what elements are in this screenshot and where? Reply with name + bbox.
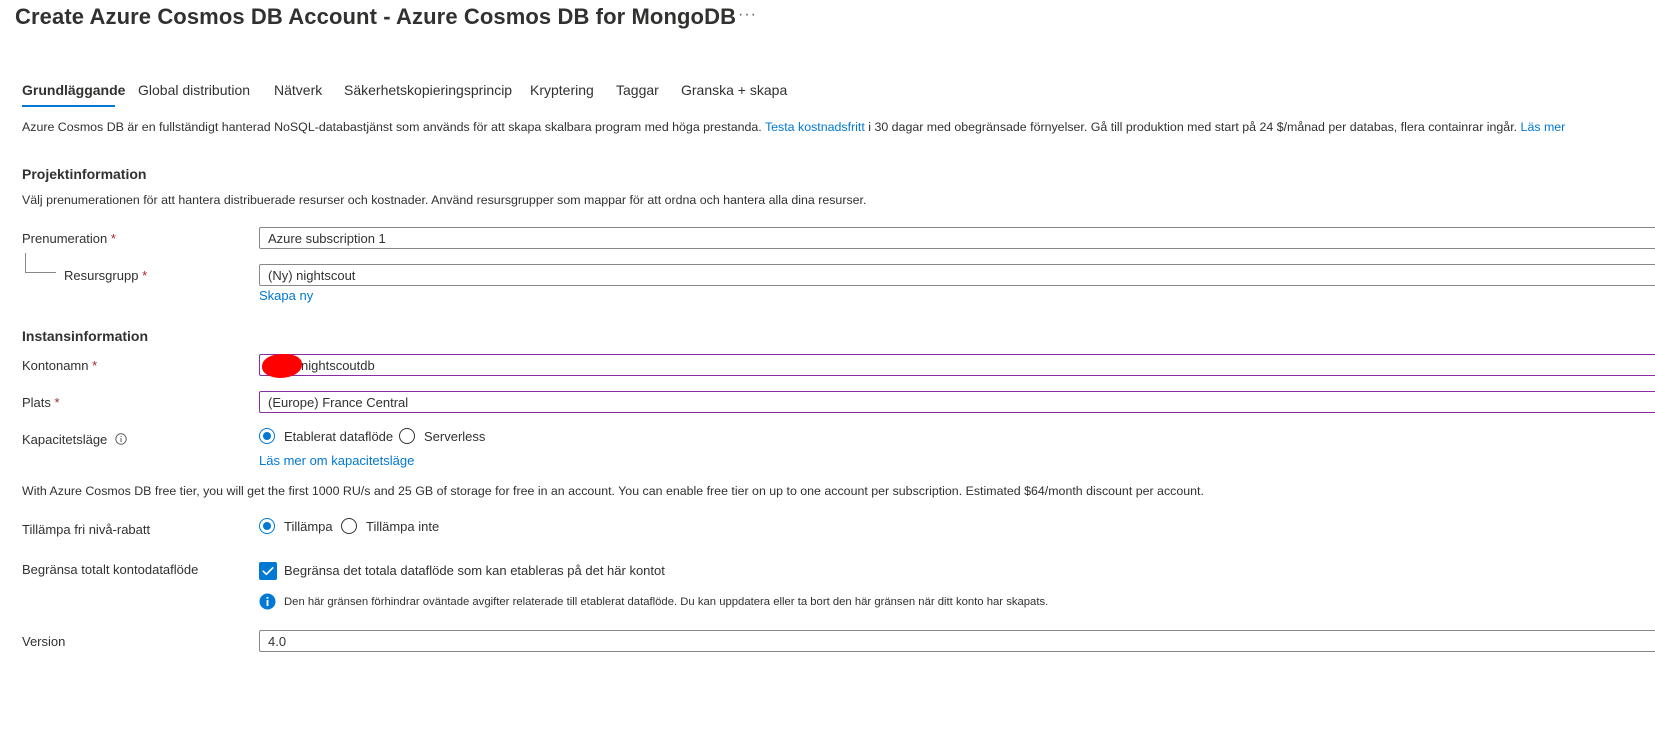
try-free-link[interactable]: Testa kostnadsfritt bbox=[765, 120, 865, 134]
intro-description: Azure Cosmos DB är en fullständigt hante… bbox=[22, 120, 762, 134]
tab-review-create[interactable]: Granska + skapa bbox=[681, 82, 787, 108]
capacity-mode-label: Kapacitetsläge bbox=[22, 432, 127, 447]
free-tier-label: Tillämpa fri nivå-rabatt bbox=[22, 522, 151, 537]
more-options-button[interactable]: ··· bbox=[738, 6, 757, 24]
required-marker: * bbox=[110, 231, 116, 246]
project-details-heading: Projektinformation bbox=[22, 166, 147, 182]
location-label-text: Plats bbox=[22, 395, 51, 410]
capacity-provisioned-radio[interactable] bbox=[259, 428, 275, 444]
account-name-input[interactable]: nightscoutdb bbox=[259, 354, 1655, 376]
tab-backup-policy[interactable]: Säkerhetskopieringsprincip bbox=[344, 82, 512, 108]
intro-text: Azure Cosmos DB är en fullständigt hante… bbox=[22, 120, 1565, 134]
required-marker: * bbox=[92, 358, 98, 373]
account-name-label: Kontonamn * bbox=[22, 358, 97, 373]
capacity-mode-learn-more-link[interactable]: Läs mer om kapacitetsläge bbox=[259, 453, 414, 468]
tree-connector-vertical bbox=[25, 253, 26, 272]
resource-group-label: Resursgrupp * bbox=[64, 268, 147, 283]
version-dropdown[interactable]: 4.0 bbox=[259, 630, 1655, 652]
capacity-provisioned-label: Etablerat dataflöde bbox=[284, 429, 394, 444]
instance-details-heading: Instansinformation bbox=[22, 328, 149, 344]
version-label: Version bbox=[22, 634, 66, 649]
free-tier-info: With Azure Cosmos DB free tier, you will… bbox=[22, 484, 1204, 498]
learn-more-link[interactable]: Läs mer bbox=[1521, 120, 1566, 134]
subscription-dropdown[interactable]: Azure subscription 1 bbox=[259, 227, 1655, 249]
tab-encryption[interactable]: Kryptering bbox=[530, 82, 594, 108]
tab-global-distribution[interactable]: Global distribution bbox=[138, 82, 250, 108]
subscription-label: Prenumeration * bbox=[22, 231, 116, 246]
throughput-limit-info: Den här gränsen förhindrar oväntade avgi… bbox=[284, 596, 1049, 608]
subscription-label-text: Prenumeration bbox=[22, 231, 108, 246]
capacity-serverless-label: Serverless bbox=[424, 429, 486, 444]
tab-tags[interactable]: Taggar bbox=[616, 82, 659, 108]
checkmark-icon bbox=[262, 567, 274, 576]
tree-connector-horizontal bbox=[25, 272, 56, 273]
required-marker: * bbox=[142, 268, 148, 283]
free-tier-apply-radio[interactable] bbox=[259, 518, 275, 534]
free-tier-dont-apply-radio[interactable] bbox=[341, 518, 357, 534]
capacity-serverless-radio[interactable] bbox=[399, 428, 415, 444]
limit-throughput-checkbox-label: Begränsa det totala dataflöde som kan et… bbox=[284, 563, 665, 578]
page-title: Create Azure Cosmos DB Account - Azure C… bbox=[15, 4, 737, 29]
capacity-mode-label-text: Kapacitetsläge bbox=[22, 432, 108, 447]
intro-description-2: i 30 dagar med obegränsade förnyelser. G… bbox=[868, 120, 1518, 134]
throughput-limit-label: Begränsa totalt kontodataflöde bbox=[22, 562, 199, 577]
resource-group-label-text: Resursgrupp bbox=[64, 268, 139, 283]
limit-throughput-checkbox[interactable] bbox=[259, 562, 277, 580]
account-name-label-text: Kontonamn bbox=[22, 358, 89, 373]
project-description: Välj prenumerationen för att hantera dis… bbox=[22, 193, 867, 207]
tab-networking[interactable]: Nätverk bbox=[274, 82, 322, 108]
info-icon[interactable] bbox=[115, 433, 127, 445]
info-circle-icon bbox=[259, 593, 276, 610]
location-dropdown[interactable]: (Europe) France Central bbox=[259, 391, 1655, 413]
resource-group-dropdown[interactable]: (Ny) nightscout bbox=[259, 264, 1655, 286]
active-tab-indicator bbox=[22, 105, 115, 107]
required-marker: * bbox=[54, 395, 60, 410]
free-tier-dont-apply-label: Tillämpa inte bbox=[366, 519, 440, 534]
free-tier-apply-label: Tillämpa bbox=[284, 519, 333, 534]
location-label: Plats * bbox=[22, 395, 60, 410]
create-new-resource-group-link[interactable]: Skapa ny bbox=[259, 288, 313, 303]
